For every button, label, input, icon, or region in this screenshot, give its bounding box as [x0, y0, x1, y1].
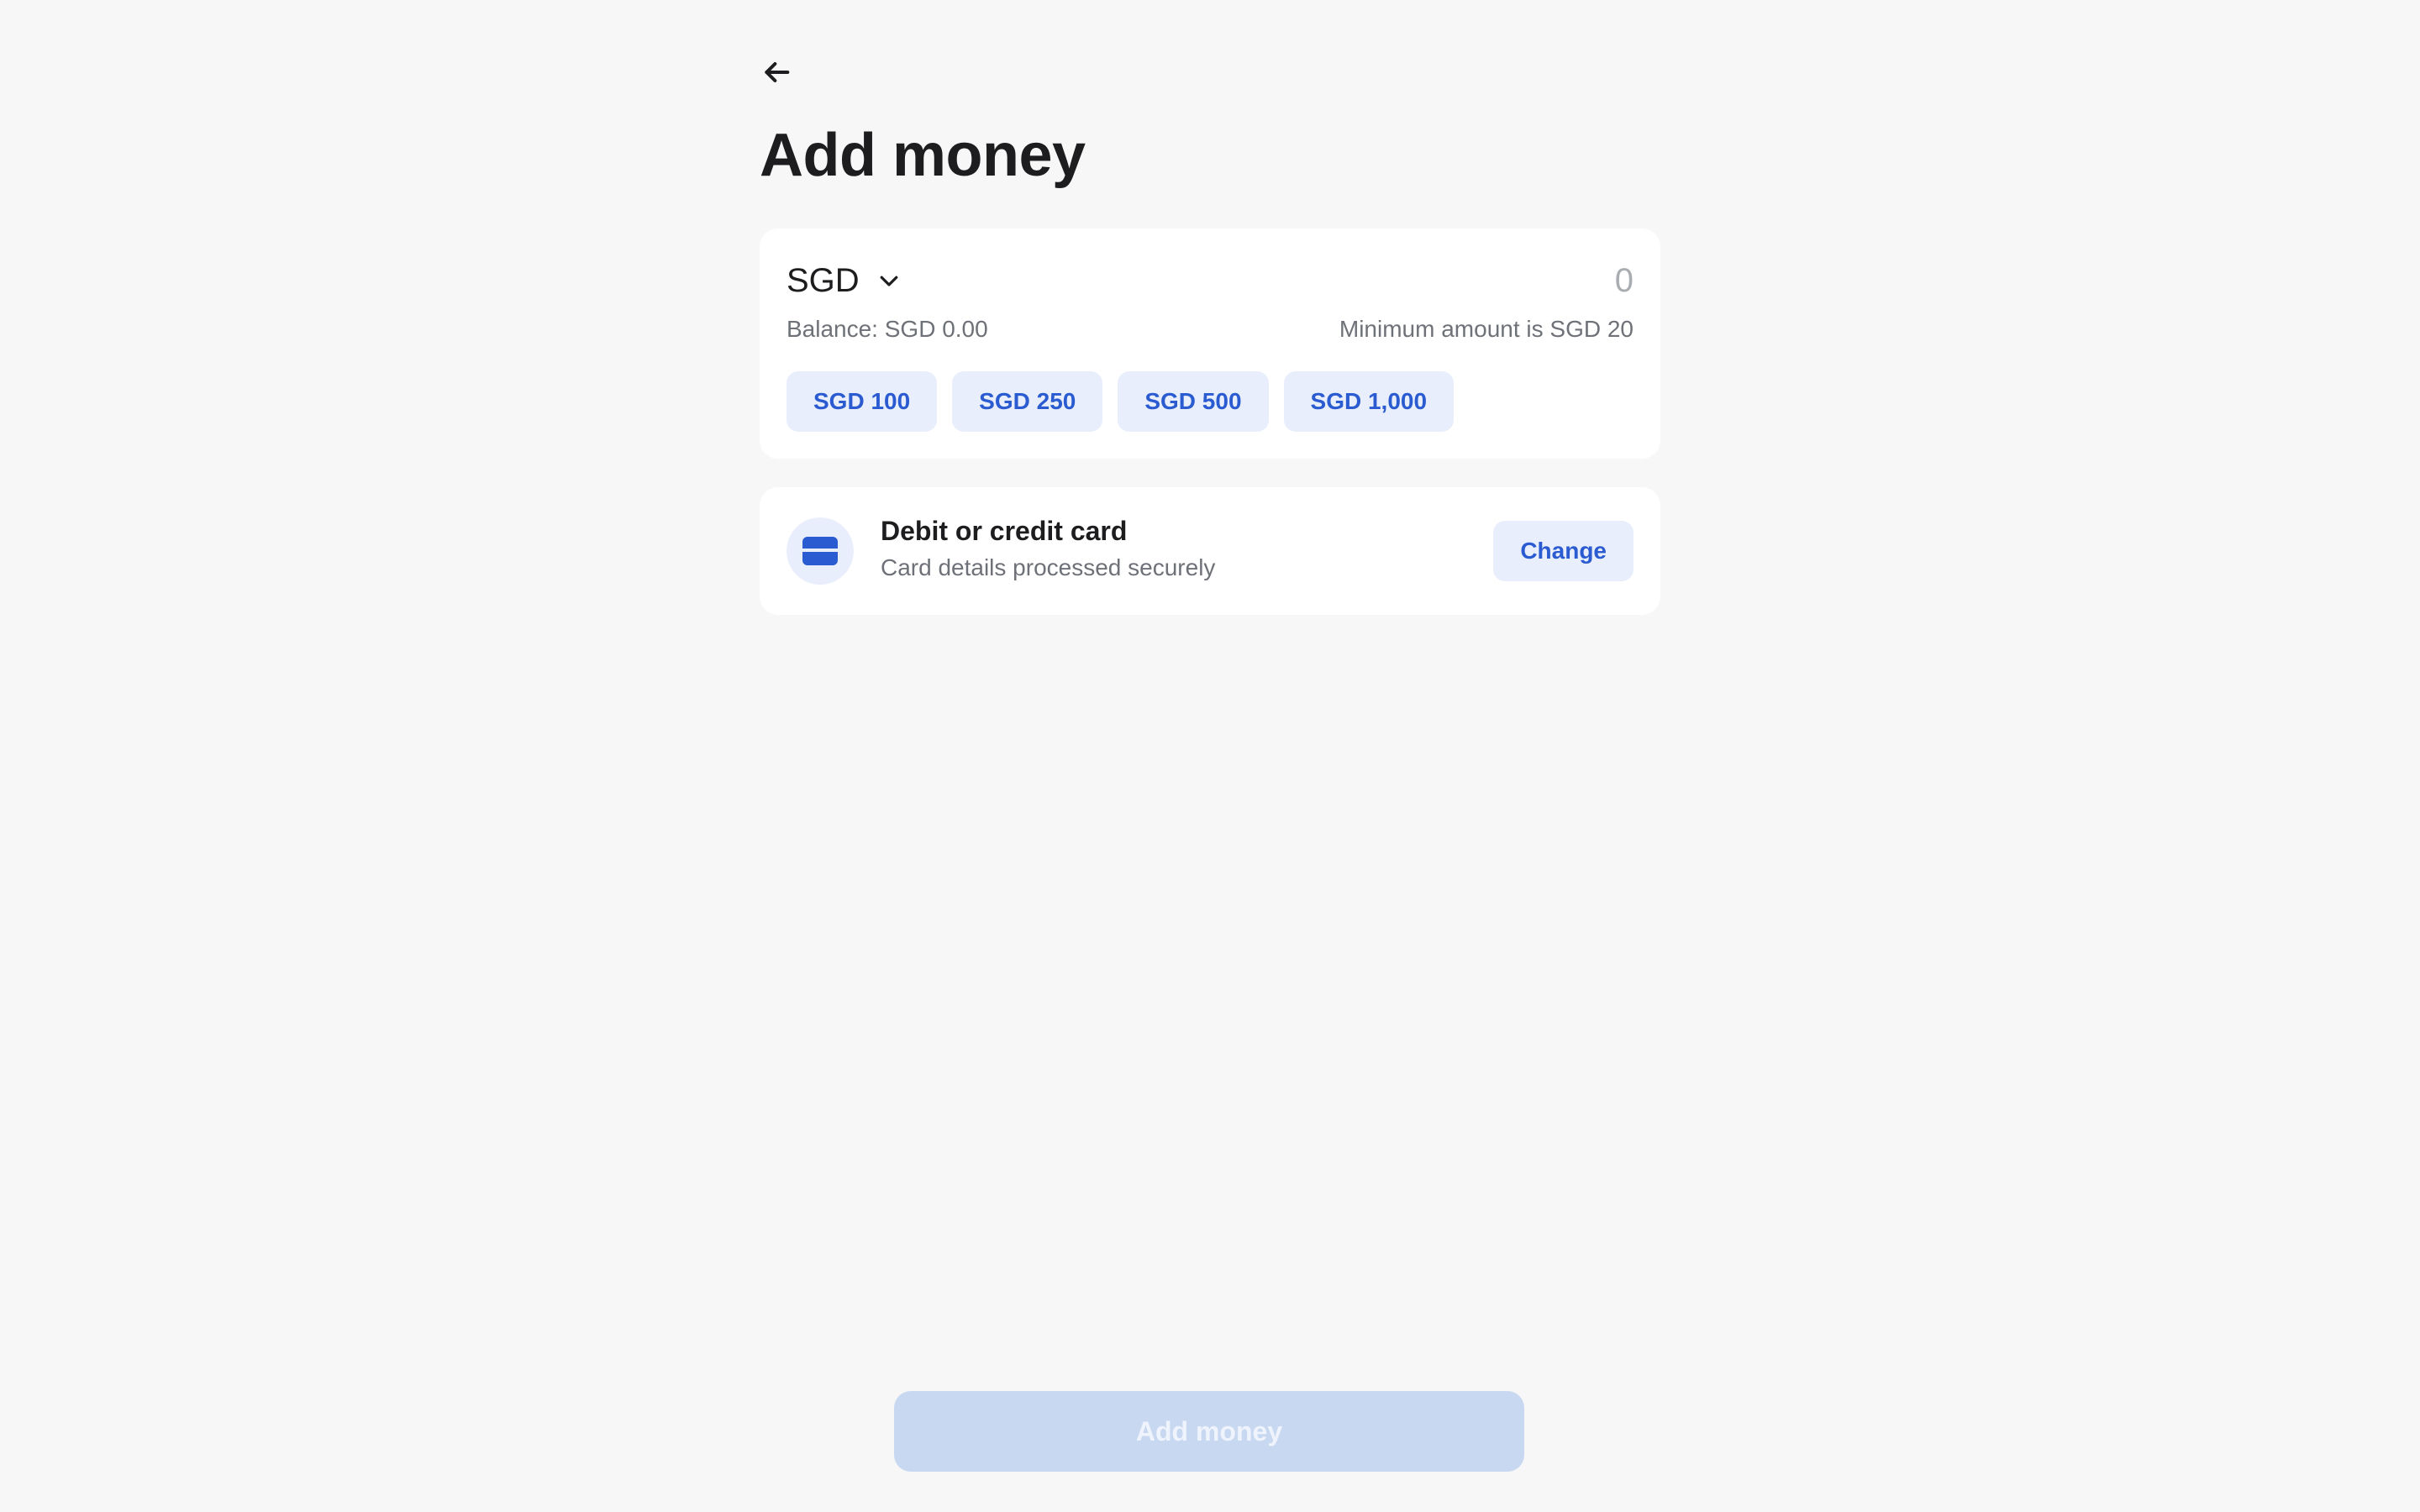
page-title: Add money	[760, 122, 1086, 189]
quick-amount-chip[interactable]: SGD 500	[1118, 371, 1269, 432]
balance-text: Balance: SGD 0.00	[786, 316, 988, 342]
payment-method-title: Debit or credit card	[881, 516, 1128, 546]
chevron-down-icon	[876, 268, 902, 293]
back-button[interactable]	[760, 55, 793, 89]
add-money-submit-button[interactable]: Add money	[894, 1391, 1524, 1472]
amount-card: SGD Balance: SGD 0.00 Minimum amount is …	[760, 228, 1660, 459]
currency-selector[interactable]: SGD	[786, 259, 902, 302]
quick-amount-chips: SGD 100 SGD 250 SGD 500 SGD 1,000	[786, 371, 1455, 432]
quick-amount-chip[interactable]: SGD 100	[786, 371, 938, 432]
amount-input[interactable]	[1281, 259, 1634, 302]
add-money-page: Add money SGD Balance: SGD 0.00 Minimum …	[0, 0, 2420, 1512]
payment-method-card: Debit or credit card Card details proces…	[760, 487, 1660, 615]
arrow-left-icon	[765, 62, 790, 82]
change-payment-method-button[interactable]: Change	[1493, 521, 1634, 581]
quick-amount-chip[interactable]: SGD 1,000	[1283, 371, 1455, 432]
quick-amount-chip[interactable]: SGD 250	[952, 371, 1103, 432]
payment-method-subtitle: Card details processed securely	[881, 554, 1216, 580]
minimum-amount-text: Minimum amount is SGD 20	[1339, 316, 1634, 342]
credit-card-icon	[786, 517, 854, 585]
currency-code: SGD	[786, 262, 860, 299]
